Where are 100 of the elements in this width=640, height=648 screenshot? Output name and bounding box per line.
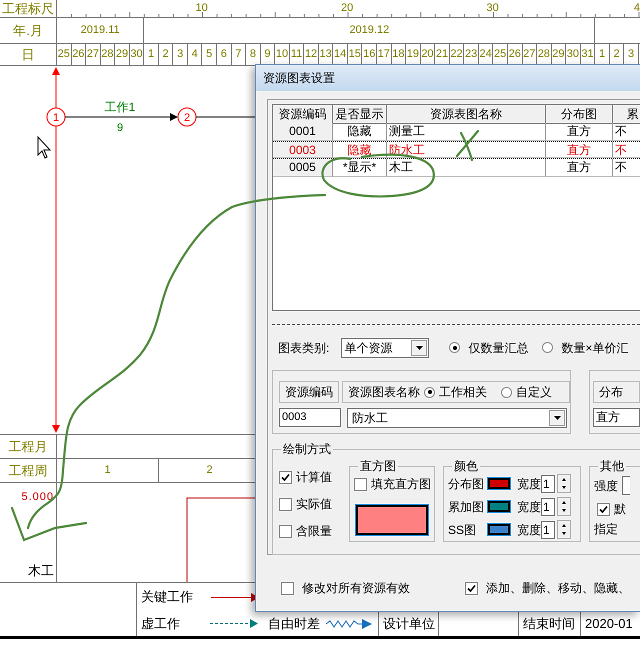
radio-button[interactable] [501,386,512,398]
checkbox-label: 含限量 [296,523,332,540]
week-cell: 1 [57,459,159,482]
activity-duration: 9 [116,122,124,134]
node-circle[interactable] [46,108,66,126]
day-cell: 26 [72,44,86,65]
column-header[interactable]: 是否显示 [333,105,387,124]
dialog-title: 资源图表设置 [256,65,640,91]
hand-drawn-cross [456,130,480,162]
code-field[interactable]: 0003 [279,408,341,427]
zigzag-arrow-icon [326,618,372,628]
checkbox-label: 修改对所有资源有效 [302,580,410,597]
day-cell: 28 [100,44,116,65]
day-cell: 3 [173,44,188,65]
table-cell: 直方 [546,159,613,177]
table-cell: 直方 [546,123,613,141]
column-header[interactable]: 资源表图名称 [387,105,546,124]
radio-label: 自定义 [516,384,552,401]
radio-label: 数量×单价汇 [561,340,628,356]
table-cell: 不 [613,159,640,177]
radio-label: 工作相关 [439,384,487,401]
histogram-color-swatch[interactable] [356,505,428,535]
column-header[interactable]: 累 [613,105,640,124]
scale-label: 30 [486,1,499,16]
width-field[interactable]: 1 [541,520,555,538]
spin-buttons[interactable] [557,474,571,493]
activity-name: 工作1 [104,100,136,114]
color-swatch[interactable] [488,524,510,535]
scale-label: 20 [341,1,354,16]
table-cell: 隐藏 [333,123,387,141]
color-swatch[interactable] [488,501,510,512]
field-label: 分布 [593,381,640,403]
checkbox[interactable] [279,470,292,484]
column-header[interactable]: 资源编码 [273,105,333,124]
day-cell: 4 [188,44,202,65]
name-select[interactable]: 防水工 [347,408,567,428]
table-cell: 不 [613,142,640,158]
checkbox[interactable] [281,582,294,594]
spin-buttons[interactable] [557,520,571,539]
chart-type-select[interactable]: 单个资源 [341,338,430,358]
field-label: 指定 [594,521,619,538]
checkbox-label: 填充直方图 [371,476,431,493]
checkbox[interactable] [279,498,292,510]
day-cell: 5 [202,44,218,65]
spin-buttons[interactable] [557,497,571,516]
dashed-arrow-icon [210,619,258,628]
color-swatch[interactable] [488,478,510,489]
legend-label: 关键工作 [141,588,193,606]
strength-field[interactable] [622,476,630,495]
table-cell: 直方 [546,142,613,158]
month-cell: 2019.12 [144,18,596,43]
radio-button[interactable] [424,386,435,398]
day-cell: 30 [130,44,144,65]
width-field[interactable]: 1 [541,474,555,492]
table-cell: *显示* [333,159,387,177]
width-label: 宽度 [517,522,541,538]
table-cell: 0005 [273,159,333,177]
day-cell: 29 [115,44,130,65]
checkbox-label: 添加、删除、移动、隐藏、 [486,580,630,597]
day-cell: 7 [232,44,246,65]
mouse-cursor-icon [38,136,52,159]
node-circle[interactable] [178,108,196,126]
day-cell: 27 [86,44,101,65]
row-label: 工程周 [0,459,57,482]
color-label: SS图 [448,522,478,538]
day-cell: 2 [158,44,174,65]
group-title: 绘制方式 [281,441,333,457]
color-label: 累加图 [448,498,485,516]
width-field[interactable]: 1 [541,498,555,516]
checkbox[interactable] [597,502,610,516]
checkbox[interactable] [354,478,367,490]
day-cell: 1 [144,44,159,65]
axis-value: 5.000 [21,490,54,505]
row-label: 工程标尺 [0,0,57,17]
day-cell: 25 [57,44,72,65]
radio-label: 仅数量汇总 [468,340,528,356]
field-label: 资源编码 [279,381,339,403]
group-title: 其他 [598,458,626,474]
legend-label: 自由时差 [268,614,320,633]
checkbox-label: 实际值 [296,496,332,513]
radio-button[interactable] [542,342,554,353]
resource-name: 木工 [28,562,54,580]
checkbox-label: 计算值 [296,469,332,486]
field-label: 图表类别: [278,340,330,356]
checkbox[interactable] [279,524,292,538]
checkbox-label: 默 [614,501,626,518]
node-number: 2 [184,112,190,124]
width-label: 宽度 [517,498,541,516]
checkbox[interactable] [465,582,478,594]
row-label: 年.月 [0,18,57,43]
table-cell: 测量工 [387,123,546,141]
table-cell: 不 [613,123,640,141]
day-cell: 6 [217,44,232,65]
distribution-field[interactable]: 直方 [593,408,640,427]
width-label: 宽度 [517,476,541,492]
field-label: 强度 [594,478,618,494]
column-header[interactable]: 分布图 [546,105,613,124]
table-cell: 0003 [273,142,333,158]
group-title: 直方图 [358,458,398,474]
radio-button[interactable] [449,342,460,353]
